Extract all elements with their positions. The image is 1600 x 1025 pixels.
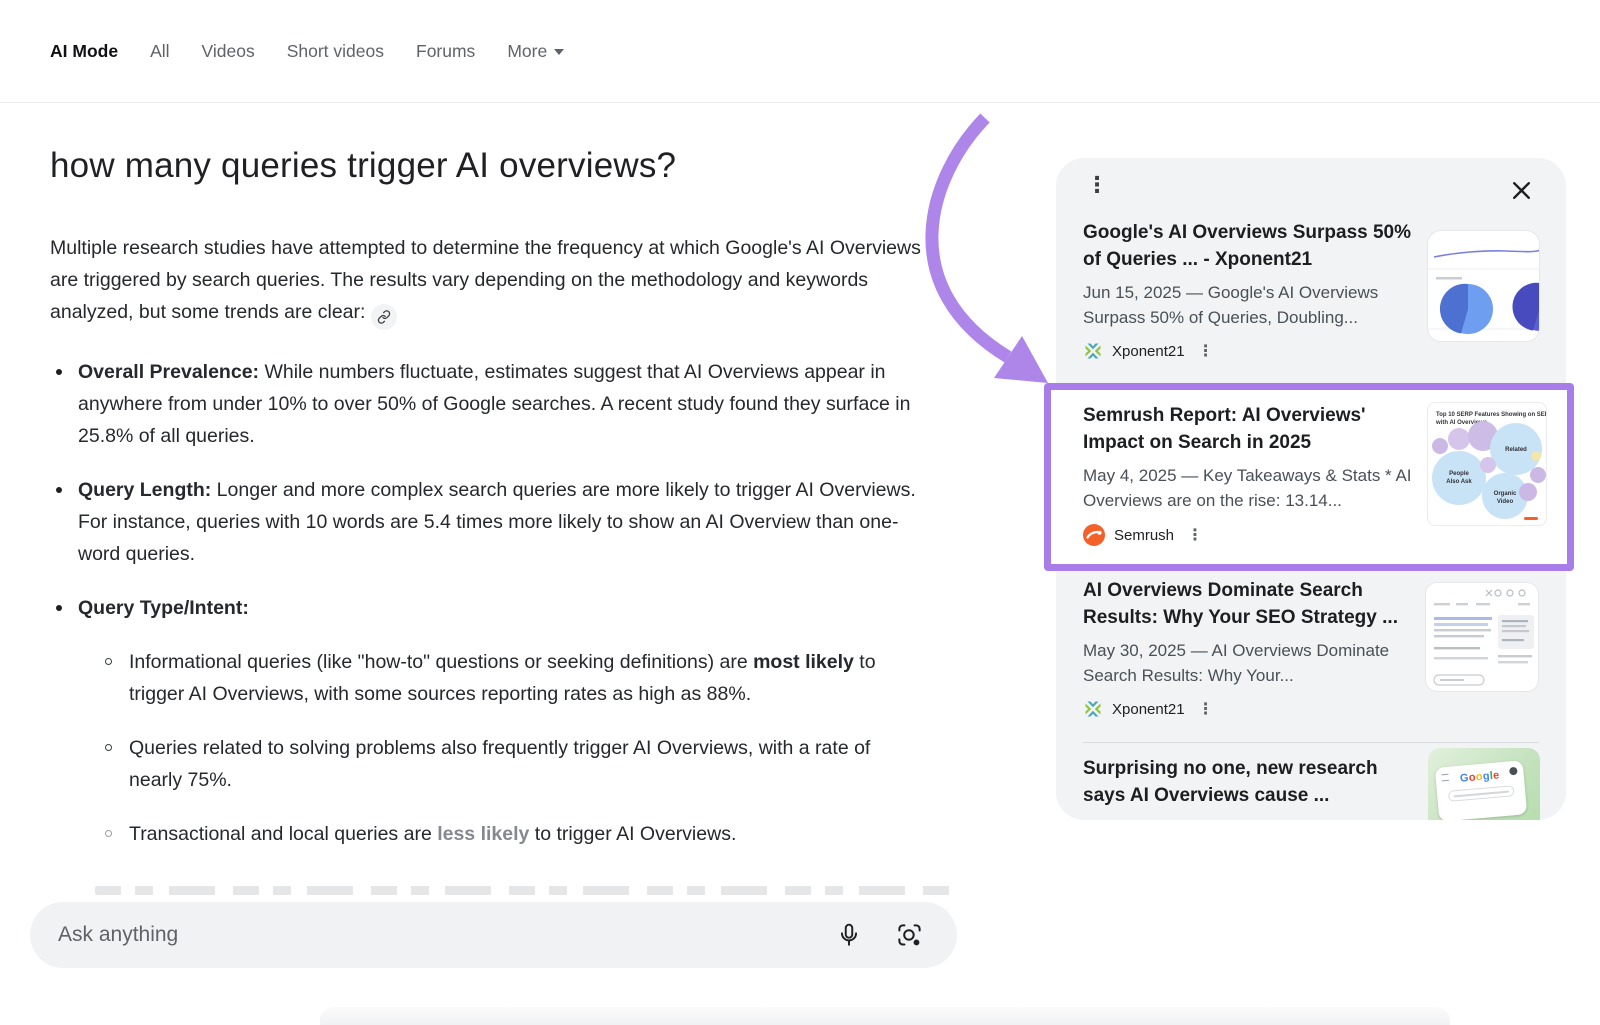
sub-bullet-text: to trigger AI Overviews. (529, 823, 736, 845)
sub-bullet-text: Queries related to solving problems also… (129, 737, 870, 791)
sub-bullet-marker (105, 744, 112, 751)
source-thumbnail-chart (1427, 230, 1540, 342)
answer-intro: Multiple research studies have attempted… (50, 232, 925, 330)
tab-ai-mode[interactable]: AI Mode (50, 41, 118, 62)
bullet-prefix: Query Length: (78, 479, 211, 501)
next-section-edge (320, 1007, 1450, 1025)
bullet-query-type: Query Type/Intent: Informational queries… (50, 592, 925, 850)
bullet-marker (56, 605, 62, 611)
sub-bullet-text: Informational queries (like "how-to" que… (129, 651, 753, 673)
source-snippet: May 30, 2025 — AI Overviews Dominate Sea… (1083, 638, 1421, 688)
sub-bullet-marker (105, 658, 112, 665)
bubble-label: Related (1505, 447, 1527, 453)
bullet-prefix: Query Type/Intent: (78, 597, 249, 619)
sub-bullet-text: Transactional and local queries are (129, 823, 437, 845)
bullet-prefix: Overall Prevalence: (78, 361, 259, 383)
voice-search-button[interactable] (836, 922, 862, 948)
bubble-label: Organic (1494, 491, 1517, 497)
query-title: how many queries trigger AI overviews? (50, 146, 925, 186)
source-kebab-icon[interactable]: ⋮ (1187, 525, 1203, 545)
sub-bullet-problem-solving: Queries related to solving problems also… (100, 732, 925, 796)
results-type-nav: AI Mode All Videos Short videos Forums M… (0, 0, 1600, 103)
source-name: Semrush (1114, 527, 1174, 544)
bubble-label: Video (1497, 499, 1514, 505)
panel-close-button[interactable] (1509, 178, 1534, 208)
source-kebab-icon[interactable]: ⋮ (1198, 699, 1214, 719)
mini-google-card: Google (1435, 760, 1527, 820)
source-card-xponent21-2[interactable]: AI Overviews Dominate Search Results: Wh… (1083, 578, 1423, 719)
sub-bullet-informational: Informational queries (like "how-to" que… (100, 646, 925, 710)
mini-search-text (1453, 790, 1509, 797)
source-thumbnail-serp (1425, 582, 1539, 692)
panel-menu-kebab-icon[interactable]: ⋮ (1086, 174, 1108, 196)
bullet-marker (56, 369, 62, 375)
sub-bullet-marker (105, 830, 112, 837)
sub-bullet-transactional: Transactional and local queries are less… (100, 818, 925, 850)
source-card-xponent21-1[interactable]: Google's AI Overviews Surpass 50% of Que… (1083, 220, 1423, 361)
tab-forums[interactable]: Forums (416, 41, 475, 62)
source-title: AI Overviews Dominate Search Results: Wh… (1083, 578, 1415, 631)
source-attribution-row: Xponent21 ⋮ (1083, 341, 1423, 361)
source-title: Semrush Report: AI Overviews' Impact on … (1083, 403, 1415, 456)
ai-answer-column: how many queries trigger AI overviews? M… (50, 146, 925, 872)
tab-all[interactable]: All (150, 41, 169, 62)
tab-short-videos[interactable]: Short videos (287, 41, 384, 62)
source-attribution-row: Xponent21 ⋮ (1083, 699, 1423, 719)
bubble-label: People (1449, 471, 1469, 477)
highlighted-card-body: Semrush Report: AI Overviews' Impact on … (1083, 403, 1415, 546)
xponent21-favicon (1083, 341, 1103, 361)
thumbnail-bubble-chart: Top 10 SERP Features Showing on SERP wit… (1428, 403, 1546, 525)
answer-bullet-list: Overall Prevalence: While numbers fluctu… (50, 356, 925, 850)
source-name: Xponent21 (1112, 701, 1185, 718)
card-divider (1083, 742, 1539, 743)
citation-link-chip[interactable] (371, 304, 397, 330)
bubble-label: Also Ask (1446, 479, 1472, 485)
source-title: Surprising no one, new research says AI … (1083, 756, 1415, 809)
bullet-overall-prevalence: Overall Prevalence: While numbers fluctu… (50, 356, 925, 452)
bullet-marker (56, 487, 62, 493)
source-attribution-row: Semrush ⋮ (1083, 524, 1415, 546)
thumbnail-serp-sketch (1426, 583, 1539, 692)
faded-cutoff-text (95, 886, 950, 895)
tab-videos[interactable]: Videos (202, 41, 255, 62)
xponent21-favicon (1083, 699, 1103, 719)
source-snippet: May 4, 2025 — Key Takeaways & Stats * AI… (1083, 463, 1419, 513)
source-thumbnail-phone: Google (1428, 748, 1540, 820)
close-icon (1509, 178, 1534, 203)
ask-anything-bar[interactable] (30, 902, 957, 968)
sub-bullet-bold: most likely (753, 651, 854, 673)
link-icon (377, 310, 391, 324)
semrush-favicon (1083, 524, 1105, 546)
google-lens-icon (896, 922, 923, 949)
query-type-sublist: Informational queries (like "how-to" que… (100, 646, 925, 850)
microphone-icon (836, 922, 862, 948)
chevron-down-icon (554, 49, 564, 55)
bullet-query-length: Query Length: Longer and more complex se… (50, 474, 925, 570)
ask-anything-input[interactable] (56, 922, 836, 948)
source-title: Google's AI Overviews Surpass 50% of Que… (1083, 220, 1415, 273)
sub-bullet-bold: less likely (437, 823, 529, 845)
source-card-research[interactable]: Surprising no one, new research says AI … (1083, 756, 1423, 809)
tab-more[interactable]: More (507, 41, 564, 62)
source-thumbnail-bubbles: Top 10 SERP Features Showing on SERP wit… (1427, 402, 1547, 526)
mini-search-pill (1448, 785, 1515, 802)
thumbnail-pie-charts (1428, 231, 1540, 342)
source-snippet: Jun 15, 2025 — Google's AI Overviews Sur… (1083, 280, 1421, 330)
logo-letter: e (1493, 769, 1500, 782)
answer-intro-text: Multiple research studies have attempted… (50, 237, 921, 323)
source-name: Xponent21 (1112, 343, 1185, 360)
menu-icon (1441, 774, 1449, 782)
source-kebab-icon[interactable]: ⋮ (1198, 341, 1214, 361)
tab-more-label: More (507, 41, 547, 62)
thumb-title-line1: Top 10 SERP Features Showing on SERP (1436, 412, 1546, 418)
highlighted-card-semrush[interactable]: Semrush Report: AI Overviews' Impact on … (1044, 383, 1574, 571)
lens-search-button[interactable] (896, 922, 923, 949)
